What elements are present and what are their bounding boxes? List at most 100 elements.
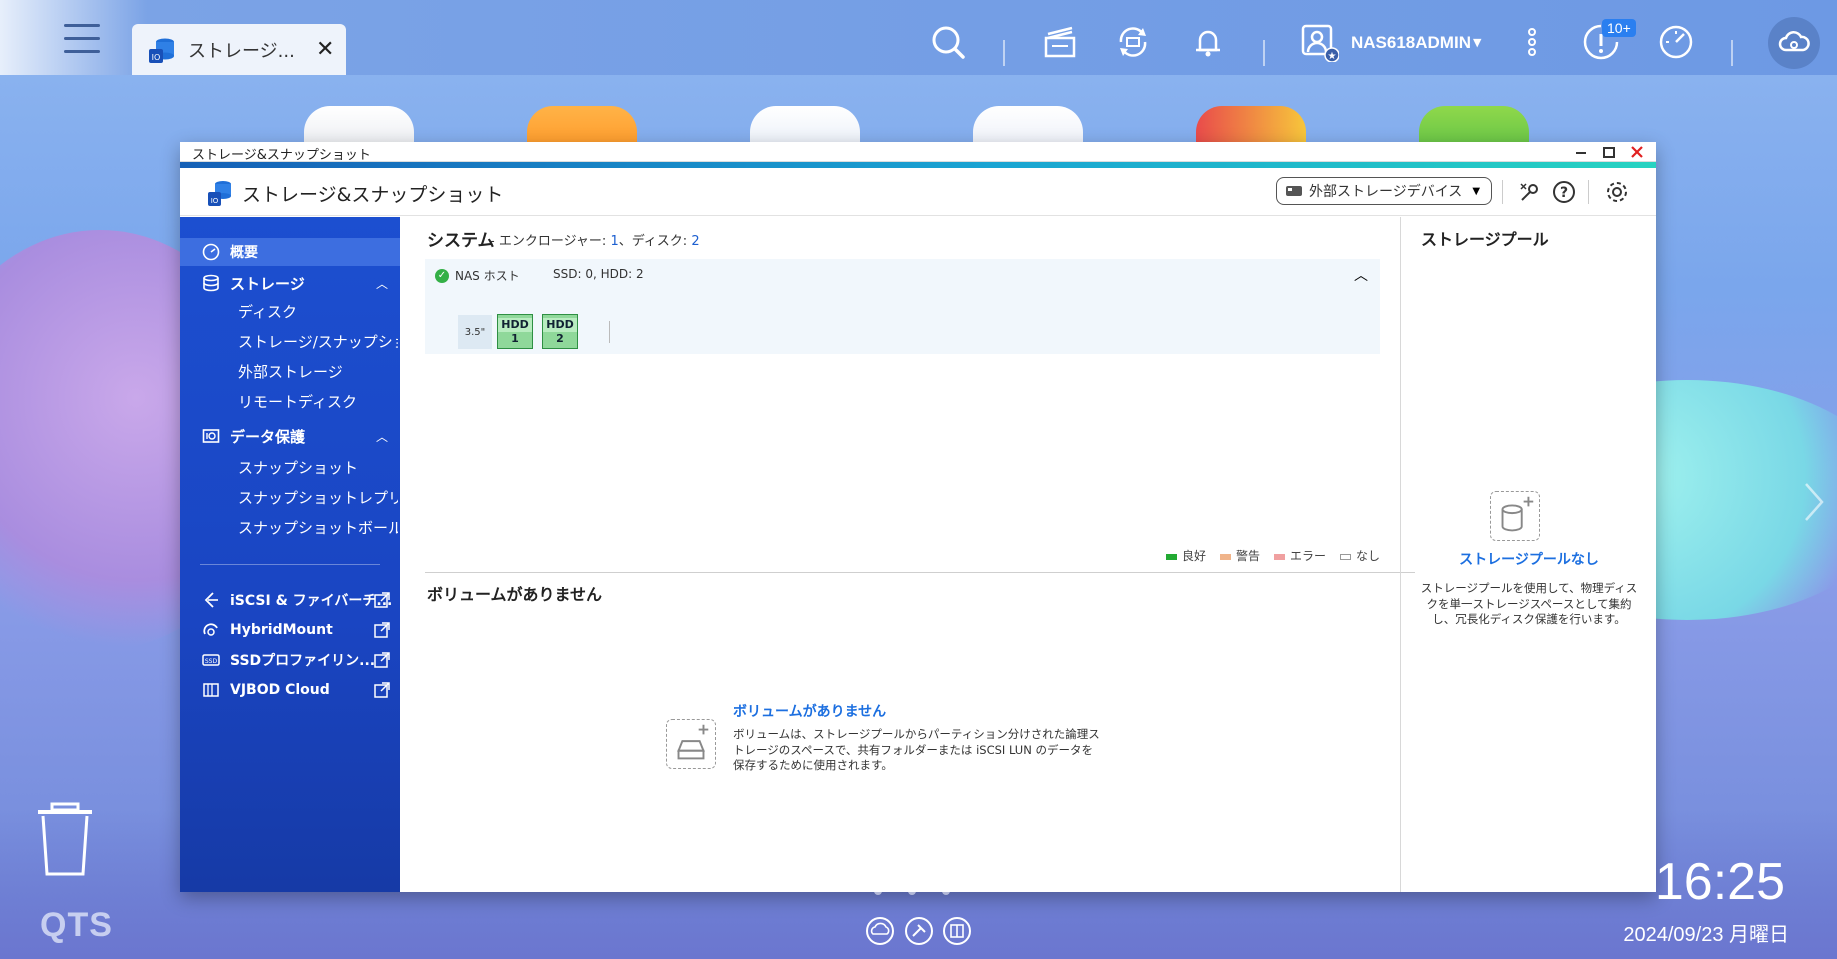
next-page-chevron-icon[interactable] — [1802, 480, 1826, 524]
sidebar-item-snapshot-vault[interactable]: スナップショットボールト — [238, 517, 398, 538]
main-menu-icon[interactable] — [64, 24, 100, 58]
disk-label: 、ディスク: — [618, 234, 692, 249]
disk-type: HDD — [498, 318, 532, 332]
sidebar-item-hybridmount[interactable]: HybridMount — [180, 616, 400, 644]
disk-slot-number: 2 — [556, 331, 564, 345]
minimize-icon[interactable] — [1572, 143, 1590, 161]
sidebar-item-ssd-profiling[interactable]: SSD SSDプロファイリン... — [180, 646, 400, 674]
sidebar-item-storage-snapshots[interactable]: ストレージ/スナップショ... — [238, 331, 398, 352]
legend-good: 良好 — [1165, 547, 1206, 564]
trash-icon[interactable] — [36, 802, 94, 878]
page-dot[interactable] — [942, 887, 950, 895]
background-tasks-icon[interactable] — [1040, 22, 1080, 62]
resource-monitor-icon[interactable] — [1656, 22, 1696, 62]
help-icon[interactable]: ? — [1552, 180, 1576, 204]
user-avatar-icon[interactable]: ★ — [1299, 22, 1339, 62]
dashboard-gauge-icon — [200, 241, 222, 263]
enclosure-end-divider — [609, 321, 610, 343]
legend-error: エラー — [1273, 547, 1326, 564]
sidebar: 概要 ストレージ ︿ ディスク ストレージ/スナップショ... 外部ストレージ … — [180, 217, 400, 892]
more-options-icon[interactable] — [1512, 22, 1552, 62]
sync-icon[interactable] — [1113, 22, 1153, 62]
enclosure-label: - エンクロージャー: — [490, 234, 611, 249]
header-separator — [1588, 180, 1589, 204]
disk-slot-1[interactable]: HDD 1 — [497, 314, 533, 349]
sidebar-item-remote-disk[interactable]: リモートディスク — [238, 391, 398, 412]
host-name: NAS ホスト — [455, 269, 520, 283]
external-storage-dropdown[interactable]: 外部ストレージデバイス ▼ — [1276, 177, 1492, 205]
user-name[interactable]: NAS618ADMIN — [1351, 33, 1471, 53]
sidebar-item-label: HybridMount — [230, 622, 333, 638]
disk-count: 2 — [691, 234, 700, 249]
chevron-up-icon[interactable]: ︿ — [376, 428, 388, 445]
page-dot[interactable] — [908, 887, 916, 895]
taskbar-app-tab[interactable]: IO ストレージ... ✕ — [132, 24, 346, 75]
external-link-icon[interactable] — [374, 592, 390, 608]
no-storage-pool-description: ストレージプールを使用して、物理ディスクを単一ストレージスペースとして集約し、冗… — [1420, 581, 1638, 627]
chevron-up-icon[interactable]: ︿ — [1354, 265, 1368, 285]
notification-bell-icon[interactable] — [1188, 22, 1228, 62]
add-storage-pool-icon[interactable] — [1490, 491, 1540, 541]
sidebar-item-storage[interactable]: ストレージ ︿ — [180, 269, 400, 297]
external-drive-icon — [1286, 186, 1302, 196]
top-taskbar: IO ストレージ... ✕ ★ NAS618ADMIN ▼ 10+ — [0, 0, 1837, 75]
sidebar-item-label: SSDプロファイリン... — [230, 653, 376, 669]
legend-warning: 警告 — [1219, 547, 1260, 564]
sidebar-item-external-storage[interactable]: 外部ストレージ — [238, 361, 398, 382]
diagnostic-tool-icon[interactable] — [1518, 180, 1542, 204]
sidebar-item-overview[interactable]: 概要 — [180, 238, 400, 266]
hybridmount-icon — [200, 619, 222, 641]
no-volume-link[interactable]: ボリュームがありません — [733, 701, 886, 721]
sidebar-item-disks[interactable]: ディスク — [238, 301, 398, 322]
external-link-icon[interactable] — [374, 622, 390, 638]
external-storage-label: 外部ストレージデバイス — [1309, 184, 1463, 200]
taskbar-tab-label: ストレージ... — [188, 40, 295, 62]
guide-book-dock-icon[interactable] — [942, 916, 972, 946]
desktop-page-indicator — [874, 887, 950, 895]
database-icon — [200, 272, 222, 294]
sidebar-item-snapshot[interactable]: スナップショット — [238, 457, 398, 478]
add-volume-icon[interactable] — [666, 719, 716, 769]
sidebar-item-data-protection[interactable]: データ保護 ︿ — [180, 422, 400, 450]
cloud-service-button[interactable] — [1768, 17, 1820, 69]
taskbar-separator — [1263, 40, 1265, 66]
sidebar-item-label: ストレージ — [230, 274, 305, 293]
gear-icon[interactable] — [1605, 180, 1629, 204]
helpdesk-dock-icon[interactable] — [904, 916, 934, 946]
disk-type: HDD — [543, 318, 577, 332]
close-icon[interactable]: ✕ — [316, 37, 334, 62]
volume-section-title: ボリュームがありません — [427, 585, 603, 604]
window-close-icon[interactable] — [1628, 143, 1646, 161]
disk-slot-2[interactable]: HDD 2 — [542, 314, 578, 349]
slot-size-label: 3.5" — [458, 315, 492, 349]
chevron-up-icon[interactable]: ︿ — [376, 275, 388, 292]
svg-text:SSD: SSD — [205, 658, 218, 665]
no-volume-description: ボリュームは、ストレージプールからパーティション分けされた論理ストレージのスペー… — [733, 727, 1100, 773]
storage-snapshot-window: ストレージ&スナップショット IO ストレージ&スナップショット 外部ストレージ… — [180, 142, 1656, 892]
no-storage-pool-link[interactable]: ストレージプールなし — [1401, 549, 1657, 569]
external-link-icon[interactable] — [374, 652, 390, 668]
maximize-icon[interactable] — [1600, 143, 1618, 161]
section-divider — [425, 572, 1415, 573]
user-dropdown-caret-icon[interactable]: ▼ — [1473, 36, 1481, 49]
svg-text:?: ? — [1560, 185, 1568, 201]
app-name: ストレージ&スナップショット — [242, 184, 504, 206]
sidebar-item-label: データ保護 — [230, 427, 306, 446]
window-titlebar[interactable]: ストレージ&スナップショット — [180, 142, 1656, 163]
sidebar-item-snapshot-replica[interactable]: スナップショットレプリカ — [238, 487, 398, 508]
storage-pool-title: ストレージプール — [1421, 230, 1549, 249]
page-dot[interactable] — [874, 887, 882, 895]
storage-app-logo-icon: IO — [208, 181, 231, 206]
host-status: ✓ NAS ホスト — [435, 267, 520, 284]
search-icon[interactable] — [928, 22, 968, 62]
sidebar-item-iscsi[interactable]: iSCSI & ファイバーチ... — [180, 586, 400, 614]
myqnapcloud-dock-icon[interactable] — [865, 916, 895, 946]
main-content: システム - エンクロージャー: 1、ディスク: 2 ✓ NAS ホスト SSD… — [400, 217, 1416, 892]
desktop-date: 2024/09/23 月曜日 — [1623, 924, 1789, 946]
iscsi-icon — [200, 589, 222, 611]
external-link-icon[interactable] — [374, 682, 390, 698]
notification-badge: 10+ — [1602, 19, 1636, 37]
svg-text:★: ★ — [1328, 51, 1337, 62]
sidebar-item-vjbod-cloud[interactable]: VJBOD Cloud — [180, 676, 400, 704]
svg-text:IO: IO — [211, 197, 219, 205]
